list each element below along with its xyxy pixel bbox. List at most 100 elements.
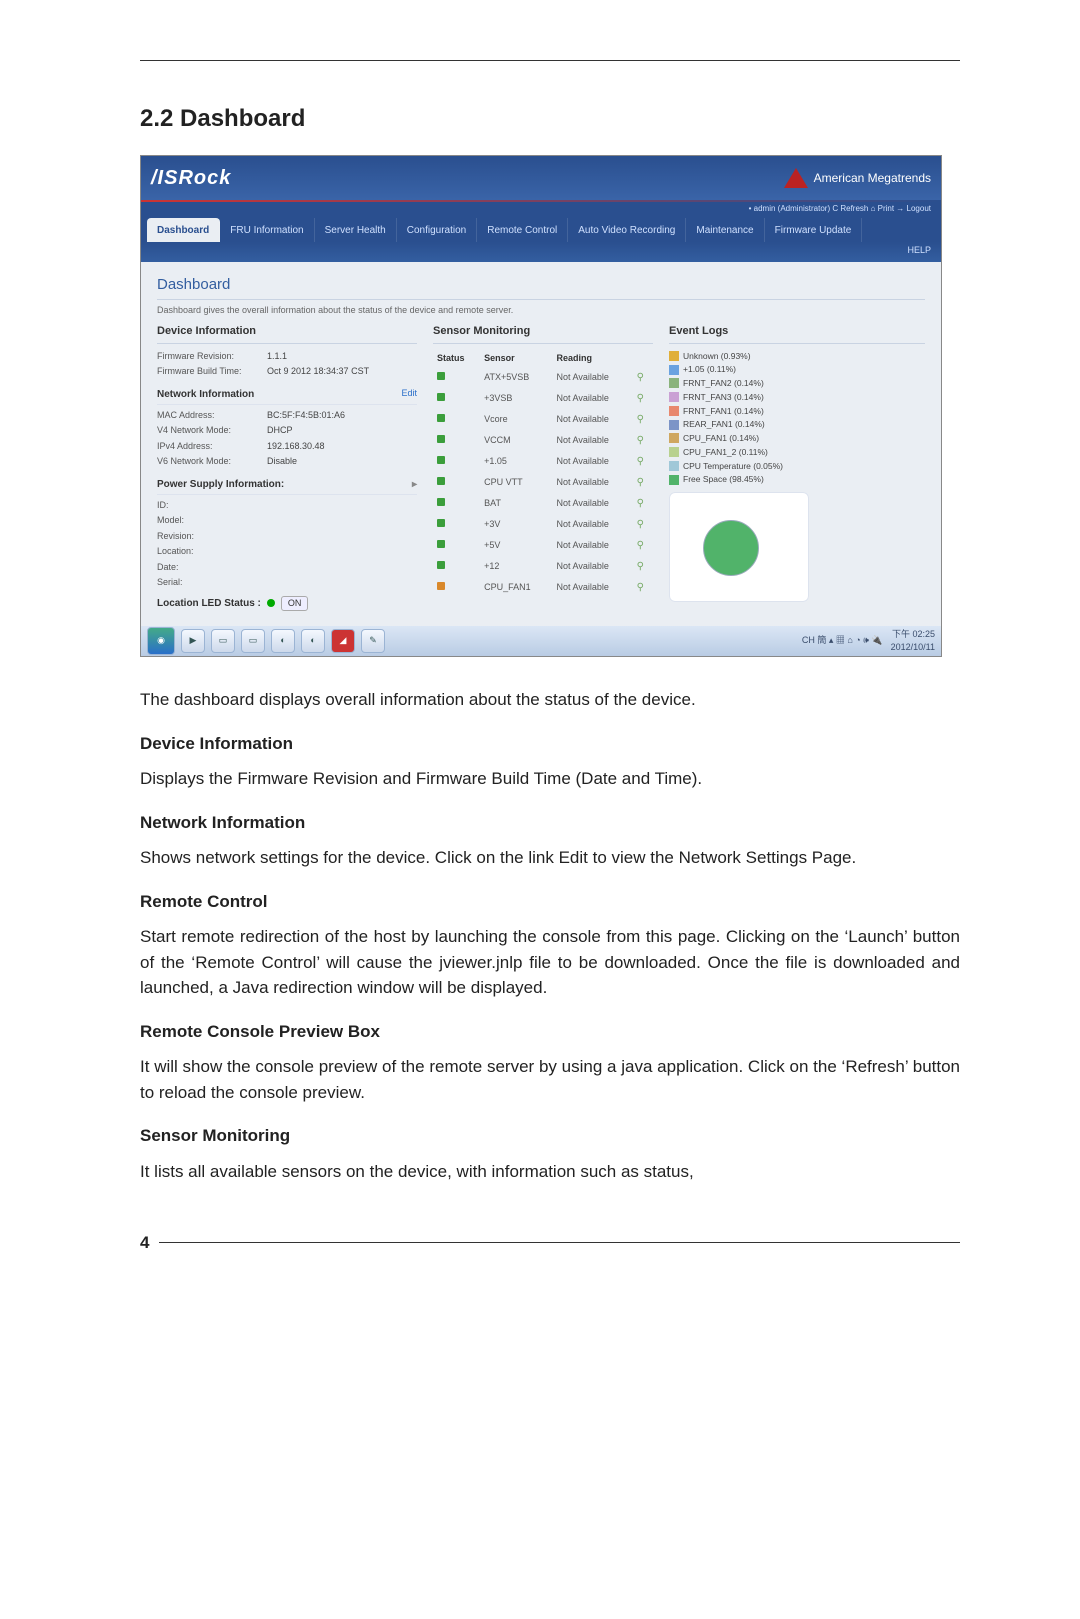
sensor-row[interactable]: CPU VTTNot Available⚲ [433, 472, 653, 493]
status-dot-icon [437, 498, 445, 506]
sensor-table: StatusSensorReading ATX+5VSBNot Availabl… [433, 350, 653, 599]
page-footer: 4 [140, 1224, 960, 1256]
status-dot-icon [437, 519, 445, 527]
sensor-row[interactable]: +12Not Available⚲ [433, 556, 653, 577]
led-on-button[interactable]: ON [281, 596, 309, 612]
ami-text: American Megatrends [814, 169, 931, 187]
firmware-build-value: Oct 9 2012 18:34:37 CST [267, 365, 369, 379]
legend-item: Free Space (98.45%) [669, 473, 925, 486]
zoom-icon[interactable]: ⚲ [637, 435, 644, 446]
help-link[interactable]: HELP [907, 245, 931, 255]
legend-item: FRNT_FAN3 (0.14%) [669, 391, 925, 404]
network-edit-link[interactable]: Edit [401, 387, 417, 402]
page-subtitle: Dashboard gives the overall information … [157, 299, 925, 318]
legend-item: CPU_FAN1 (0.14%) [669, 432, 925, 445]
top-rule [140, 60, 960, 61]
intro-paragraph: The dashboard displays overall informati… [140, 687, 960, 713]
zoom-icon[interactable]: ⚲ [637, 372, 644, 383]
taskbar-button-explorer-2[interactable]: ▭ [241, 629, 265, 653]
sensor-row[interactable]: +3VSBNot Available⚲ [433, 388, 653, 409]
nav-tab-remote-control[interactable]: Remote Control [477, 218, 568, 242]
zoom-icon[interactable]: ⚲ [637, 498, 644, 509]
psu-row: ID: [157, 499, 417, 513]
zoom-icon[interactable]: ⚲ [637, 540, 644, 551]
brand-right: American Megatrends [784, 168, 931, 188]
status-dot-icon [437, 414, 445, 422]
sensor-row[interactable]: BATNot Available⚲ [433, 493, 653, 514]
legend-item: CPU_FAN1_2 (0.11%) [669, 446, 925, 459]
taskbar-button-media[interactable]: ▶ [181, 629, 205, 653]
sensor-row[interactable]: +3VNot Available⚲ [433, 514, 653, 535]
taskbar-button-flag[interactable]: ◢ [331, 629, 355, 653]
sensor-row[interactable]: +1.05Not Available⚲ [433, 451, 653, 472]
nav-tab-fru-information[interactable]: FRU Information [220, 218, 314, 242]
sensor-row[interactable]: VCCMNot Available⚲ [433, 430, 653, 451]
status-dot-icon [437, 477, 445, 485]
nav-tab-configuration[interactable]: Configuration [397, 218, 477, 242]
remote-console-heading: Remote Console Preview Box [140, 1019, 960, 1045]
sensor-panel: Sensor Monitoring StatusSensorReading AT… [433, 323, 653, 611]
zoom-icon[interactable]: ⚲ [637, 414, 644, 425]
device-info-heading: Device Information [157, 323, 417, 344]
nav-tab-firmware-update[interactable]: Firmware Update [765, 218, 863, 242]
psu-row: Location: [157, 545, 417, 559]
nav-tab-auto-video-recording[interactable]: Auto Video Recording [568, 218, 686, 242]
taskbar-button-explorer[interactable]: ▭ [211, 629, 235, 653]
tray-icons[interactable]: CH 簡 ▴ ▦ ⌂ ◔ 🕪 🔌 [802, 634, 883, 648]
firmware-rev-value: 1.1.1 [267, 350, 287, 364]
legend-item: FRNT_FAN2 (0.14%) [669, 377, 925, 390]
sensor-row[interactable]: +5VNot Available⚲ [433, 535, 653, 556]
zoom-icon[interactable]: ⚲ [637, 393, 644, 404]
device-info-panel: Device Information Firmware Revision:1.1… [157, 323, 417, 611]
sensor-row[interactable]: CPU_FAN1Not Available⚲ [433, 577, 653, 598]
taskbar-button-browser[interactable]: ◐ [271, 629, 295, 653]
network-row: V4 Network Mode:DHCP [157, 424, 417, 438]
system-tray: CH 簡 ▴ ▦ ⌂ ◔ 🕪 🔌 下午 02:25 2012/10/11 [802, 628, 935, 655]
taskbar-button-browser-2[interactable]: ◐ [301, 629, 325, 653]
taskbar-button-paint[interactable]: ✎ [361, 629, 385, 653]
zoom-icon[interactable]: ⚲ [637, 519, 644, 530]
zoom-icon[interactable]: ⚲ [637, 561, 644, 572]
status-dot-icon [437, 393, 445, 401]
help-bar: HELP [141, 242, 941, 262]
footer-rule [159, 1242, 960, 1244]
zoom-icon[interactable]: ⚲ [637, 477, 644, 488]
page-title: Dashboard [157, 274, 925, 297]
sensor-header: Status [433, 350, 480, 368]
remote-control-heading: Remote Control [140, 889, 960, 915]
sensor-heading: Sensor Monitoring [433, 323, 653, 344]
sensor-row[interactable]: ATX+5VSBNot Available⚲ [433, 367, 653, 388]
sensor-monitoring-heading: Sensor Monitoring [140, 1123, 960, 1149]
status-dot-icon [437, 456, 445, 464]
sensor-header [633, 350, 653, 368]
windows-taskbar: ◉ ▶ ▭ ▭ ◐ ◐ ◢ ✎ CH 簡 ▴ ▦ ⌂ ◔ 🕪 🔌 下午 02:2… [141, 626, 941, 656]
zoom-icon[interactable]: ⚲ [637, 582, 644, 593]
psu-row: Date: [157, 561, 417, 575]
network-information-heading: Network Information [140, 810, 960, 836]
network-row: IPv4 Address:192.168.30.48 [157, 440, 417, 454]
nav-tab-server-health[interactable]: Server Health [315, 218, 397, 242]
start-button[interactable]: ◉ [147, 627, 175, 655]
psu-row: Model: [157, 514, 417, 528]
sensor-monitoring-paragraph: It lists all available sensors on the de… [140, 1159, 960, 1185]
nav-tab-dashboard[interactable]: Dashboard [147, 218, 220, 242]
page-number: 4 [140, 1230, 149, 1256]
location-led-label: Location LED Status : [157, 596, 261, 611]
sensor-row[interactable]: VcoreNot Available⚲ [433, 409, 653, 430]
zoom-icon[interactable]: ⚲ [637, 456, 644, 467]
firmware-rev-label: Firmware Revision: [157, 350, 267, 364]
remote-control-paragraph: Start remote redirection of the host by … [140, 924, 960, 1001]
network-information-paragraph: Shows network settings for the device. C… [140, 845, 960, 871]
legend-item: FRNT_FAN1 (0.14%) [669, 405, 925, 418]
event-logs-heading: Event Logs [669, 323, 925, 344]
nav-bar: DashboardFRU InformationServer HealthCon… [141, 218, 941, 242]
status-dot-icon [437, 435, 445, 443]
device-information-heading: Device Information [140, 731, 960, 757]
sensor-header: Reading [553, 350, 633, 368]
nav-tab-maintenance[interactable]: Maintenance [686, 218, 764, 242]
led-indicator-icon [267, 599, 275, 607]
network-row: MAC Address:BC:5F:F4:5B:01:A6 [157, 409, 417, 423]
ami-triangle-icon [784, 168, 808, 188]
user-row: • admin (Administrator) C Refresh ⌂ Prin… [141, 202, 941, 218]
dashboard-screenshot: /ISRock American Megatrends • admin (Adm… [140, 155, 942, 657]
